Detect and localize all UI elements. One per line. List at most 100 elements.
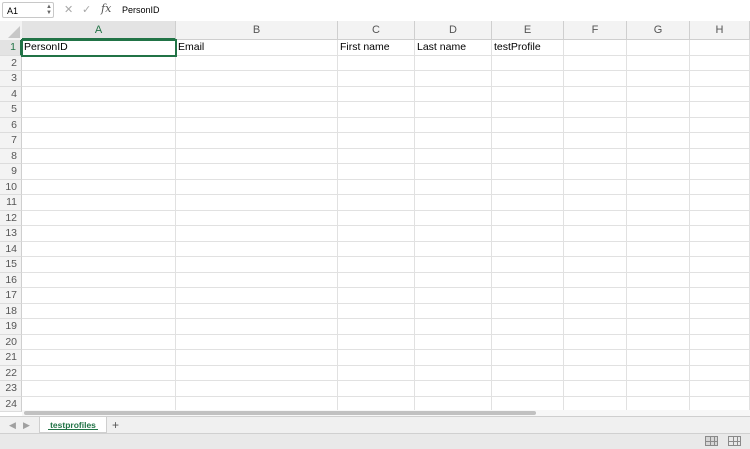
cell-c7[interactable]: [338, 133, 415, 149]
cell-c9[interactable]: [338, 164, 415, 180]
cell-g4[interactable]: [627, 86, 690, 102]
page-layout-view-icon[interactable]: [728, 436, 741, 446]
cell-b6[interactable]: [176, 117, 338, 133]
cell-g13[interactable]: [627, 226, 690, 242]
cell-d5[interactable]: [415, 102, 492, 118]
cell-h20[interactable]: [690, 334, 750, 350]
row-header-11[interactable]: 11: [0, 195, 22, 211]
row-header-17[interactable]: 17: [0, 288, 22, 304]
cell-e17[interactable]: [492, 288, 564, 304]
row-header-12[interactable]: 12: [0, 210, 22, 226]
cell-h6[interactable]: [690, 117, 750, 133]
cell-g1[interactable]: [627, 40, 690, 56]
cell-h23[interactable]: [690, 381, 750, 397]
horizontal-scrollbar-thumb[interactable]: [24, 411, 536, 415]
row-header-15[interactable]: 15: [0, 257, 22, 273]
cell-c4[interactable]: [338, 86, 415, 102]
cell-b16[interactable]: [176, 272, 338, 288]
row-header-10[interactable]: 10: [0, 179, 22, 195]
cell-a12[interactable]: [22, 210, 176, 226]
cell-h2[interactable]: [690, 55, 750, 71]
cell-a8[interactable]: [22, 148, 176, 164]
cell-f17[interactable]: [564, 288, 627, 304]
cell-f18[interactable]: [564, 303, 627, 319]
cell-g2[interactable]: [627, 55, 690, 71]
cell-c10[interactable]: [338, 179, 415, 195]
cell-a1[interactable]: PersonID: [21, 39, 177, 57]
cell-e2[interactable]: [492, 55, 564, 71]
cell-e8[interactable]: [492, 148, 564, 164]
cell-g8[interactable]: [627, 148, 690, 164]
name-box[interactable]: A1 ▲ ▼: [2, 2, 54, 18]
cell-f8[interactable]: [564, 148, 627, 164]
cell-c3[interactable]: [338, 71, 415, 87]
row-header-2[interactable]: 2: [0, 55, 22, 71]
cell-h14[interactable]: [690, 241, 750, 257]
cell-d11[interactable]: [415, 195, 492, 211]
cell-d12[interactable]: [415, 210, 492, 226]
cell-c18[interactable]: [338, 303, 415, 319]
cell-b17[interactable]: [176, 288, 338, 304]
cell-d6[interactable]: [415, 117, 492, 133]
cell-d21[interactable]: [415, 350, 492, 366]
row-header-6[interactable]: 6: [0, 117, 22, 133]
cell-f5[interactable]: [564, 102, 627, 118]
cell-h15[interactable]: [690, 257, 750, 273]
cell-b12[interactable]: [176, 210, 338, 226]
cell-c8[interactable]: [338, 148, 415, 164]
cell-f16[interactable]: [564, 272, 627, 288]
cell-f12[interactable]: [564, 210, 627, 226]
cell-e1[interactable]: testProfile: [492, 40, 564, 56]
cell-h18[interactable]: [690, 303, 750, 319]
row-header-21[interactable]: 21: [0, 350, 22, 366]
next-sheet-icon[interactable]: ▶: [23, 419, 30, 432]
cell-b23[interactable]: [176, 381, 338, 397]
cell-d9[interactable]: [415, 164, 492, 180]
cell-h11[interactable]: [690, 195, 750, 211]
cell-g20[interactable]: [627, 334, 690, 350]
cell-a22[interactable]: [22, 365, 176, 381]
cell-c12[interactable]: [338, 210, 415, 226]
row-header-20[interactable]: 20: [0, 334, 22, 350]
cell-b13[interactable]: [176, 226, 338, 242]
cell-a3[interactable]: [22, 71, 176, 87]
row-header-24[interactable]: 24: [0, 396, 22, 412]
cell-g15[interactable]: [627, 257, 690, 273]
cell-d3[interactable]: [415, 71, 492, 87]
cell-d19[interactable]: [415, 319, 492, 335]
cell-h3[interactable]: [690, 71, 750, 87]
cell-b7[interactable]: [176, 133, 338, 149]
cell-a6[interactable]: [22, 117, 176, 133]
cell-e20[interactable]: [492, 334, 564, 350]
select-all-corner[interactable]: [0, 21, 23, 41]
column-header-d[interactable]: D: [415, 21, 492, 40]
cell-d10[interactable]: [415, 179, 492, 195]
cell-a13[interactable]: [22, 226, 176, 242]
cell-c17[interactable]: [338, 288, 415, 304]
cell-c21[interactable]: [338, 350, 415, 366]
formula-input[interactable]: PersonID: [116, 1, 748, 19]
cell-d16[interactable]: [415, 272, 492, 288]
cell-a5[interactable]: [22, 102, 176, 118]
cell-d8[interactable]: [415, 148, 492, 164]
cell-c5[interactable]: [338, 102, 415, 118]
cell-g6[interactable]: [627, 117, 690, 133]
cell-c16[interactable]: [338, 272, 415, 288]
cell-b3[interactable]: [176, 71, 338, 87]
cell-c23[interactable]: [338, 381, 415, 397]
cell-g10[interactable]: [627, 179, 690, 195]
cell-f7[interactable]: [564, 133, 627, 149]
cell-h9[interactable]: [690, 164, 750, 180]
cell-e14[interactable]: [492, 241, 564, 257]
sheet-tab-testprofiles[interactable]: testprofiles: [39, 417, 107, 433]
cell-e19[interactable]: [492, 319, 564, 335]
cell-g17[interactable]: [627, 288, 690, 304]
cell-h17[interactable]: [690, 288, 750, 304]
cell-f10[interactable]: [564, 179, 627, 195]
cell-d18[interactable]: [415, 303, 492, 319]
cell-h21[interactable]: [690, 350, 750, 366]
cell-h13[interactable]: [690, 226, 750, 242]
cell-e21[interactable]: [492, 350, 564, 366]
cell-f19[interactable]: [564, 319, 627, 335]
cell-e13[interactable]: [492, 226, 564, 242]
